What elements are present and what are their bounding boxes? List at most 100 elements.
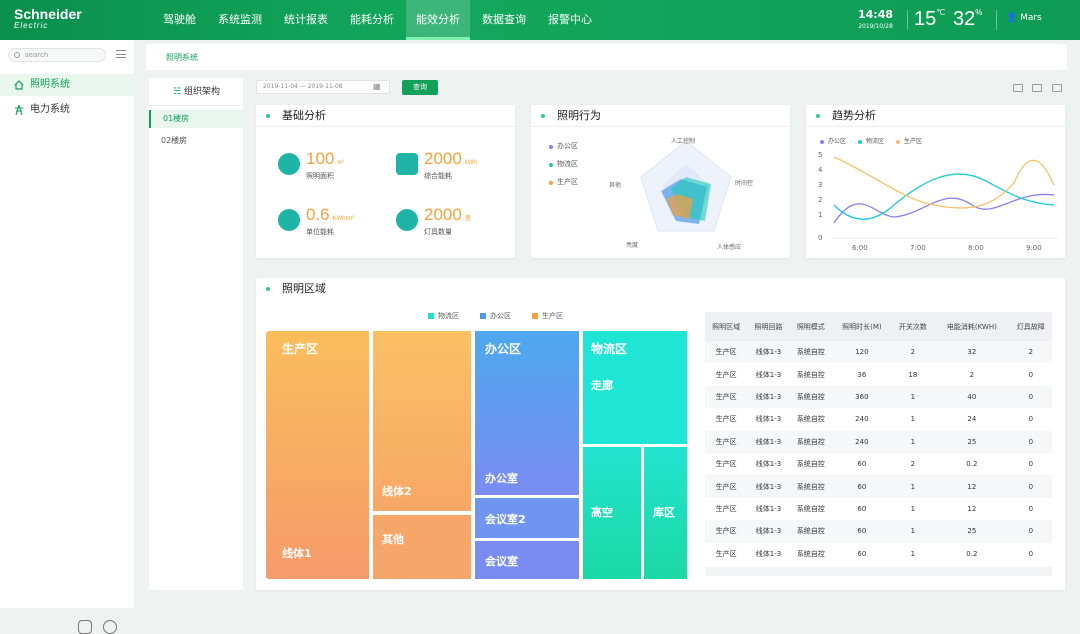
- table-cell: 0: [1009, 475, 1052, 498]
- radar-axis-label: 其他: [609, 181, 621, 189]
- table-cell: 系统自控: [789, 430, 832, 453]
- nav-energy-consumption[interactable]: 能耗分析: [340, 0, 404, 40]
- treemap-label: 办公室: [485, 472, 518, 485]
- table-cell: 0: [1028, 415, 1034, 424]
- treemap-label: 其他: [382, 533, 404, 546]
- table-cell: 系统自控: [796, 460, 825, 469]
- treemap-label: 物流区: [591, 342, 628, 356]
- main-nav: 驾驶舱 系统监测 统计报表 能耗分析 能效分析 数据查询 报警中心: [153, 0, 604, 40]
- cube-icon[interactable]: [78, 620, 92, 634]
- table-cell: 系统自控: [796, 504, 825, 513]
- table-cell: 系统自控: [796, 415, 825, 424]
- table-row[interactable]: 生产区 线体1-3 系统自控 360 1 40 0: [705, 385, 1052, 409]
- table-cell: 线体1-3: [755, 415, 782, 424]
- print-icon[interactable]: [1032, 84, 1042, 92]
- org-tree: ☵ 组织架构 01楼房 02楼房: [149, 78, 243, 590]
- table-scrollbar[interactable]: [705, 567, 1052, 576]
- radar-axis-label: 人体感应: [717, 243, 741, 251]
- svg-text:7:00: 7:00: [910, 244, 926, 252]
- treemap-label: 会议室2: [485, 513, 526, 526]
- kpi-energy: 2000 kWh 综合能耗: [396, 149, 506, 189]
- calendar-icon: ▦: [373, 82, 381, 91]
- table-header: 照明区域 照明回路 照明模式 照明时长(M) 开关次数 电能消耗(KWH) 灯具故障: [705, 312, 1052, 341]
- nav-data-query[interactable]: 数据查询: [472, 0, 536, 40]
- search-input[interactable]: search: [8, 48, 106, 62]
- nav-system-monitor[interactable]: 系统监测: [208, 0, 272, 40]
- table-cell: 60: [857, 504, 867, 513]
- table-cell: 0.2: [966, 549, 978, 558]
- table-row[interactable]: 生产区 线体1-3 系统自控 60 1 12 0: [705, 498, 1052, 520]
- svg-text:8:00: 8:00: [968, 244, 984, 252]
- table-cell: 线体1-3: [747, 520, 790, 543]
- table-cell: 0.2: [966, 460, 978, 469]
- radar-chart: 人工控制 时间控 人体感应 亮度 其他: [609, 137, 753, 251]
- table-cell: 1: [891, 430, 935, 453]
- card-title: 趋势分析: [806, 105, 1065, 127]
- table-row[interactable]: 生产区 线体1-3 系统自控 60 1 0.2 0: [705, 543, 1052, 565]
- chart-icon: [396, 153, 418, 175]
- treemap-label: 线体2: [382, 485, 412, 498]
- table-cell: 2: [910, 460, 916, 469]
- schneider-logo[interactable]: Schneider Electric: [14, 7, 82, 32]
- table-row[interactable]: 生产区 线体1-3 系统自控 120 2 32 2: [705, 341, 1052, 364]
- series-line: [833, 156, 1055, 209]
- house-icon: [278, 209, 300, 231]
- table-cell: 生产区: [715, 460, 737, 469]
- divider: [907, 10, 908, 30]
- nav-reports[interactable]: 统计报表: [274, 0, 338, 40]
- svg-text:0: 0: [818, 234, 822, 242]
- table-row[interactable]: 生产区 线体1-3 系统自控 240 1 24 0: [705, 408, 1052, 430]
- table-cell: 生产区: [715, 415, 737, 424]
- table-cell: 系统自控: [789, 341, 832, 364]
- kpi-area: 100 m² 照明面积: [278, 149, 388, 189]
- treemap-production-line1[interactable]: [266, 331, 369, 579]
- sidebar-item-power[interactable]: 电力系统: [0, 99, 134, 121]
- table-cell: 生产区: [715, 504, 737, 513]
- treemap-label: 生产区: [282, 342, 319, 356]
- svg-text:9:00: 9:00: [1026, 244, 1042, 252]
- treemap-production-other[interactable]: [373, 515, 471, 579]
- tree-item[interactable]: 01楼房: [149, 110, 243, 128]
- sidebar-item-lighting[interactable]: 照明系统: [0, 74, 134, 96]
- table-cell: 18: [908, 370, 918, 379]
- table-cell: 生产区: [705, 475, 748, 498]
- table-row[interactable]: 生产区 线体1-3 系统自控 36 18 2 0: [705, 363, 1052, 385]
- nav-alarm-center[interactable]: 报警中心: [538, 0, 602, 40]
- query-button[interactable]: 查询: [402, 80, 438, 95]
- svg-text:1: 1: [818, 211, 822, 219]
- table-cell: 线体1-3: [747, 475, 790, 498]
- legend-item: 物流区: [428, 311, 459, 321]
- nav-energy-efficiency[interactable]: 能效分析: [406, 0, 470, 40]
- table-cell: 系统自控: [789, 385, 832, 409]
- trend-card: 趋势分析 办公区 物流区 生产区 5 4 3 2 1 0 6:00 7:00 8…: [806, 105, 1065, 258]
- mail-icon[interactable]: [1052, 84, 1062, 92]
- table-cell: 线体1-3: [755, 370, 782, 379]
- series-line: [833, 173, 1055, 220]
- table-row[interactable]: 生产区 线体1-3 系统自控 60 1 25 0: [705, 520, 1052, 543]
- table-cell: 线体1-3: [755, 549, 782, 558]
- drop-icon: [278, 153, 300, 175]
- home-icon: [14, 80, 24, 90]
- table-cell: 1: [910, 549, 916, 558]
- tree-item[interactable]: 02楼房: [149, 132, 243, 150]
- menu-icon[interactable]: [116, 50, 126, 58]
- breadcrumb[interactable]: 照明系统: [146, 44, 1067, 70]
- table-row[interactable]: 生产区 线体1-3 系统自控 240 1 25 0: [705, 430, 1052, 453]
- tower-icon: [15, 105, 23, 115]
- treemap-label: 走廊: [591, 379, 613, 392]
- gear-icon[interactable]: [103, 620, 117, 634]
- radar-axis-label: 亮度: [626, 241, 638, 249]
- svg-text:4: 4: [818, 166, 823, 174]
- user-menu[interactable]: 👤 Mars: [1006, 13, 1042, 23]
- top-header: Schneider Electric 驾驶舱 系统监测 统计报表 能耗分析 能效分…: [0, 0, 1080, 40]
- table-row[interactable]: 生产区 线体1-3 系统自控 60 1 12 0: [705, 475, 1052, 498]
- table-cell: 线体1-3: [747, 341, 790, 364]
- table-cell: 1: [910, 415, 916, 424]
- table-cell: 32: [934, 341, 1010, 364]
- date-range-picker[interactable]: 2019-11-04 — 2019-11-08 ▦: [256, 80, 390, 94]
- export-icon[interactable]: [1013, 84, 1023, 92]
- table-row[interactable]: 生产区 线体1-3 系统自控 60 2 0.2 0: [705, 453, 1052, 475]
- nav-cockpit[interactable]: 驾驶舱: [153, 0, 206, 40]
- legend-item: 办公区: [549, 141, 578, 151]
- table-cell: 0: [1028, 370, 1034, 379]
